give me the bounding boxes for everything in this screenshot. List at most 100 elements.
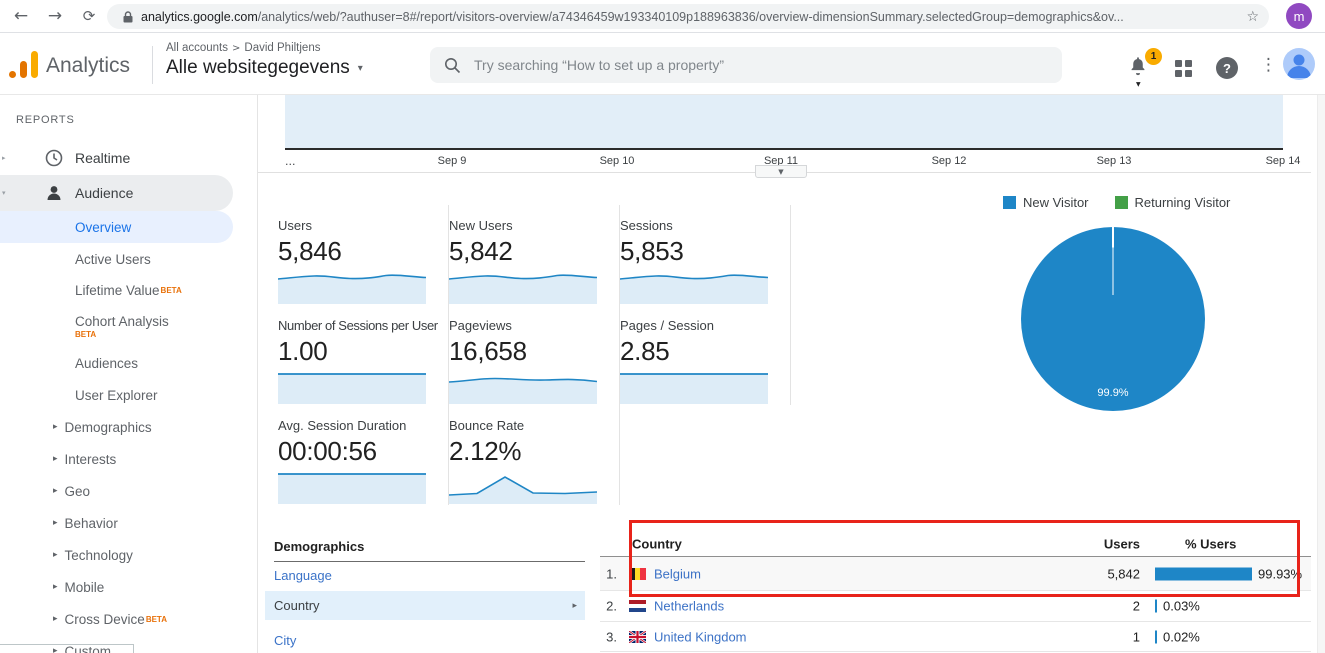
breadcrumb-separator-icon: > xyxy=(232,43,240,54)
pct-bar xyxy=(1155,567,1252,580)
main-content: ... Sep 9 Sep 10 Sep 11 Sep 12 Sep 13 Se… xyxy=(258,95,1325,653)
metric-value: 2.85 xyxy=(620,336,780,367)
search-input[interactable] xyxy=(474,57,1048,73)
more-options-icon[interactable]: ⋮ xyxy=(1260,55,1276,75)
sidebar-item-mobile[interactable]: ▸Mobile xyxy=(0,571,257,603)
country-link[interactable]: Netherlands xyxy=(654,599,724,614)
metric-value: 5,846 xyxy=(278,236,438,267)
sidebar-item-label: Overview xyxy=(75,220,131,235)
realtime-expand-icon: ▸ xyxy=(2,154,6,162)
browser-back-icon[interactable]: ← xyxy=(8,3,34,29)
chevron-right-icon: ▸ xyxy=(572,601,577,611)
browser-reload-icon[interactable]: ⟳ xyxy=(76,3,102,29)
timeline-tick: ... xyxy=(285,155,296,168)
demographics-link-country[interactable]: Country ▸ xyxy=(265,591,585,620)
column-header-pct-users[interactable]: % Users xyxy=(1185,537,1236,552)
row-rank: 2. xyxy=(600,599,617,614)
sidebar-item-label: Technology xyxy=(65,548,133,563)
timeline-collapse-button[interactable]: ▼ xyxy=(755,165,807,178)
metric-summary-grid: Users 5,846 New Users 5,842 Sessions 5,8… xyxy=(278,205,792,505)
person-icon xyxy=(44,183,64,203)
legend-returning-visitor[interactable]: Returning Visitor xyxy=(1115,195,1231,210)
bookmark-star-icon[interactable]: ☆ xyxy=(1246,9,1259,25)
metric-label: Pageviews xyxy=(449,318,609,333)
analytics-logo-icon[interactable] xyxy=(9,51,41,79)
demographics-link-language[interactable]: Language xyxy=(274,568,332,583)
country-link[interactable]: United Kingdom xyxy=(654,629,747,644)
timeline-area-chart xyxy=(285,95,1283,150)
browser-forward-icon[interactable]: → xyxy=(42,3,68,29)
beta-badge: BETA xyxy=(146,615,167,624)
sidebar-item-label: Active Users xyxy=(75,252,151,267)
sidebar-item-label: Geo xyxy=(65,484,91,499)
column-header-users[interactable]: Users xyxy=(1104,537,1140,552)
sidebar-item-demographics[interactable]: ▸Demographics xyxy=(0,411,257,443)
metric-value: 00:00:56 xyxy=(278,436,438,467)
notifications-bell-icon[interactable]: 1 ▼ xyxy=(1127,55,1153,81)
sparkline xyxy=(620,368,768,404)
sparkline xyxy=(278,268,426,304)
property-name[interactable]: Alle websitegegevens xyxy=(166,57,350,79)
metric-card-pageviews: Pageviews 16,658 xyxy=(449,305,620,405)
sidebar-item-lifetime-value[interactable]: Lifetime ValueBETA xyxy=(0,275,257,305)
visitor-pie-chart: 99.9% xyxy=(1021,227,1205,411)
sidebar-item-user-explorer[interactable]: User Explorer xyxy=(0,379,257,411)
sparkline xyxy=(449,268,597,304)
expand-arrow-icon: ▸ xyxy=(53,518,58,528)
demographics-title: Demographics xyxy=(274,539,585,562)
sidebar-item-active-users[interactable]: Active Users xyxy=(0,243,257,275)
sidebar-item-behavior[interactable]: ▸ Behavior xyxy=(0,507,257,539)
expand-arrow-icon: ▸ xyxy=(53,550,58,560)
metric-card-pages-per-session: Pages / Session 2.85 xyxy=(620,305,791,405)
sidebar-item-interests[interactable]: ▸Interests xyxy=(0,443,257,475)
pie-slice-label: 99.9% xyxy=(1097,387,1128,399)
demographics-country-label: Country xyxy=(274,598,320,613)
sidebar-item-geo[interactable]: ▸Geo xyxy=(0,475,257,507)
sidebar-section-reports: REPORTS xyxy=(0,107,257,133)
country-link[interactable]: Belgium xyxy=(654,566,701,581)
sidebar-bottom-divider xyxy=(133,644,134,653)
row-rank: 1. xyxy=(600,566,617,581)
legend-label: Returning Visitor xyxy=(1135,195,1231,210)
sidebar-item-technology[interactable]: ▸ Technology xyxy=(0,539,257,571)
pct-value: 0.03% xyxy=(1163,599,1200,614)
product-name: Analytics xyxy=(46,54,130,78)
sidebar-item-label: Mobile xyxy=(65,580,105,595)
column-header-country[interactable]: Country xyxy=(632,537,682,552)
search-icon xyxy=(444,57,461,74)
metric-value: 5,853 xyxy=(620,236,780,267)
sidebar-item-label: Lifetime Value xyxy=(75,283,160,298)
sidebar-item-audiences[interactable]: Audiences xyxy=(0,347,257,379)
address-bar[interactable]: analytics.google.com/analytics/web/?auth… xyxy=(107,4,1269,29)
united-kingdom-flag-icon xyxy=(629,631,646,643)
beta-badge: BETA xyxy=(75,330,96,339)
legend-new-visitor[interactable]: New Visitor xyxy=(1003,195,1089,210)
sidebar-item-label: Behavior xyxy=(65,516,118,531)
chrome-profile-avatar[interactable]: m xyxy=(1286,3,1312,29)
sidebar-item-audience[interactable]: ▾ Audience xyxy=(0,175,233,211)
metric-card-empty xyxy=(620,405,791,505)
belgium-flag-icon xyxy=(629,568,646,580)
scrollbar[interactable] xyxy=(1317,95,1325,653)
expand-arrow-icon: ▸ xyxy=(53,646,58,653)
account-switcher[interactable]: All accounts > David Philtjens Alle websit… xyxy=(166,42,363,79)
help-icon[interactable]: ? xyxy=(1216,57,1238,79)
legend-swatch-icon xyxy=(1003,196,1016,209)
search-bar[interactable] xyxy=(430,47,1062,83)
metric-value: 16,658 xyxy=(449,336,609,367)
sidebar-item-cohort-analysis[interactable]: Cohort Analysis BETA xyxy=(0,305,257,347)
sidebar-item-overview[interactable]: Overview xyxy=(0,211,233,243)
header-divider xyxy=(152,46,153,84)
metric-label: Avg. Session Duration xyxy=(278,418,438,433)
metric-card-sessions: Sessions 5,853 xyxy=(620,205,791,305)
user-avatar[interactable] xyxy=(1283,48,1315,80)
breadcrumb-user[interactable]: David Philtjens xyxy=(244,42,320,54)
sidebar-item-cross-device[interactable]: ▸Cross DeviceBETA xyxy=(0,603,257,635)
apps-grid-icon[interactable] xyxy=(1175,60,1193,78)
demographics-link-city[interactable]: City xyxy=(274,633,296,648)
sidebar-item-label: User Explorer xyxy=(75,388,158,403)
sidebar-item-realtime[interactable]: ▸ Realtime xyxy=(0,141,257,175)
sidebar-item-label: Interests xyxy=(65,452,117,467)
breadcrumb-root[interactable]: All accounts xyxy=(166,42,228,54)
sidebar: REPORTS ▸ Realtime ▾ Audience Overview A… xyxy=(0,95,258,653)
